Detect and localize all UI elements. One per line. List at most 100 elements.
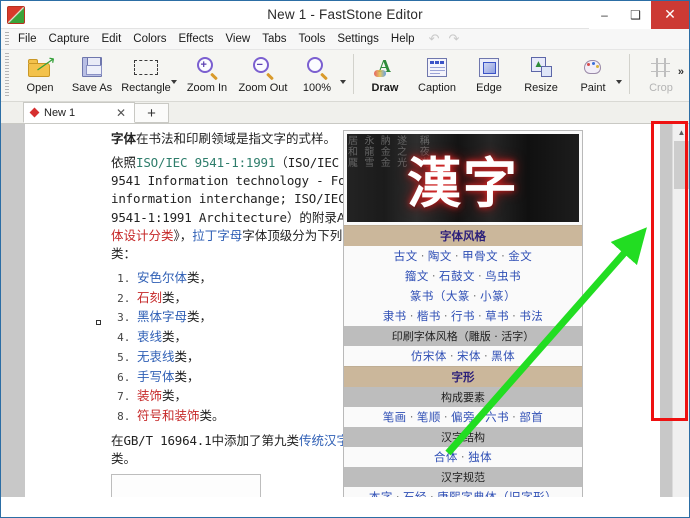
row-item[interactable]: 籀文	[405, 269, 429, 283]
row-item[interactable]: 宋体	[457, 349, 481, 363]
infobox-subheader: 构成要素	[344, 387, 582, 407]
scroll-up-arrow-icon[interactable]: ▲	[673, 124, 689, 141]
main-toolbar: ⟶ Open Save As Rectangle + Zoom In − Zoo…	[1, 50, 689, 102]
toolbar-overflow-button[interactable]: »	[678, 66, 683, 78]
close-button[interactable]: ✕	[651, 1, 689, 29]
zoom-level-label: 100%	[303, 82, 331, 94]
document-footer-box	[111, 474, 261, 497]
caption-button[interactable]: Caption	[411, 50, 463, 94]
crop-button-label: Crop	[649, 82, 673, 94]
menu-capture[interactable]: Capture	[43, 31, 96, 47]
row-item[interactable]: 笔顺	[417, 410, 441, 424]
row-item[interactable]: 楷书	[417, 309, 441, 323]
rectangle-dropdown-chevron-down-icon[interactable]	[171, 80, 177, 84]
rectangle-button[interactable]: Rectangle	[118, 50, 174, 94]
menu-effects[interactable]: Effects	[173, 31, 220, 47]
row-item[interactable]: 隶书	[383, 309, 407, 323]
menu-grip-handle[interactable]	[5, 32, 9, 47]
zoom-in-button[interactable]: + Zoom In	[179, 50, 235, 94]
window-controls: – ❑ ✕	[589, 1, 689, 29]
toolbar-grip-handle[interactable]	[5, 53, 9, 97]
edge-button[interactable]: Edge	[463, 50, 515, 94]
zoom-level-button[interactable]: 100%	[291, 50, 343, 94]
row-item[interactable]: 书法	[519, 309, 543, 323]
list-item-link[interactable]: 黑体字母	[137, 309, 187, 324]
menu-help[interactable]: Help	[385, 31, 421, 47]
edge-button-label: Edge	[476, 82, 502, 94]
magnifier-icon	[307, 53, 328, 81]
minimize-button[interactable]: –	[589, 1, 620, 29]
list-item-link[interactable]: 手写体	[137, 369, 175, 384]
canvas-vertical-scrollbar[interactable]: ▲	[672, 124, 689, 497]
row-item[interactable]: 黑体	[491, 349, 515, 363]
list-item-link[interactable]: 装饰	[137, 388, 162, 403]
row-item[interactable]: 草书	[485, 309, 509, 323]
zoom-dropdown-chevron-down-icon[interactable]	[340, 80, 346, 84]
infobox-section-header: 字体风格	[344, 225, 582, 246]
redo-icon[interactable]: ↷	[448, 31, 459, 47]
menu-colors[interactable]: Colors	[127, 31, 172, 47]
pc-link[interactable]: 传统汉字	[299, 433, 349, 448]
row-item[interactable]: 石经	[403, 490, 427, 497]
row-item[interactable]: 甲骨文	[462, 249, 498, 263]
zoom-out-button-label: Zoom Out	[239, 82, 288, 94]
open-button[interactable]: ⟶ Open	[14, 50, 66, 94]
list-item-link[interactable]: 石刻	[137, 290, 162, 305]
tab-close-icon[interactable]: ✕	[113, 106, 129, 120]
resize-icon: ▲	[531, 53, 552, 81]
menu-file[interactable]: File	[12, 31, 43, 47]
save-as-button[interactable]: Save As	[66, 50, 118, 94]
list-item-link[interactable]: 衷线	[137, 329, 162, 344]
p2-r2: （	[275, 155, 288, 170]
draw-button[interactable]: A Draw	[359, 50, 411, 94]
row-item[interactable]: 仿宋体	[411, 349, 447, 363]
row-item[interactable]: 鸟虫书	[485, 269, 521, 283]
infobox-row: 仿宋体·宋体·黑体	[344, 346, 582, 366]
menu-settings[interactable]: Settings	[331, 31, 385, 47]
pc-r4: 类。	[111, 451, 136, 466]
row-item[interactable]: 陶文	[428, 249, 452, 263]
resize-button[interactable]: ▲ Resize	[515, 50, 567, 94]
p2-link-blue[interactable]: 拉丁字母	[192, 228, 242, 243]
hanzi-rubbing-photo: 居 永 肭 遂 稱 和 龍 金 之 夜 龎 雪 金 光 光 漢字	[347, 134, 579, 222]
row-item[interactable]: 偏旁	[451, 410, 475, 424]
row-item[interactable]: 古文	[394, 249, 418, 263]
maximize-button[interactable]: ❑	[620, 1, 651, 29]
list-item-link[interactable]: 符号和装饰	[137, 408, 200, 423]
row-item[interactable]: 六书	[485, 410, 509, 424]
window-title: New 1 - FastStone Editor	[1, 7, 689, 22]
row-item[interactable]: 金文	[508, 249, 532, 263]
menu-tabs[interactable]: Tabs	[256, 31, 292, 47]
paint-button[interactable]: Paint	[567, 50, 619, 94]
row-item[interactable]: 独体	[468, 450, 492, 464]
row-item[interactable]: 本字	[369, 490, 393, 497]
list-item-rest: 类，	[175, 349, 200, 364]
tab-new-1[interactable]: New 1 ✕	[23, 102, 135, 123]
row-item[interactable]: 部首	[519, 410, 543, 424]
row-item[interactable]: 篆书（大篆	[410, 289, 470, 303]
row-item[interactable]: 石鼓文	[439, 269, 475, 283]
toolbar-separator-1	[353, 54, 354, 94]
scrollbar-thumb[interactable]	[674, 141, 689, 189]
row-item[interactable]: 小篆）	[480, 289, 516, 303]
undo-icon[interactable]: ↶	[429, 31, 440, 47]
resize-button-label: Resize	[524, 82, 558, 94]
paint-dropdown-chevron-down-icon[interactable]	[616, 80, 622, 84]
new-tab-button[interactable]: +	[135, 103, 169, 123]
list-item-link[interactable]: 安色尔体	[137, 270, 187, 285]
open-button-label: Open	[27, 82, 54, 94]
zoom-out-button[interactable]: − Zoom Out	[235, 50, 291, 94]
list-item-link[interactable]: 无衷线	[137, 349, 175, 364]
row-item[interactable]: 康熙字典体（旧字形）	[437, 490, 557, 497]
image-canvas[interactable]: 字体在书法和印刷领域是指文字的式样。 依照ISO/IEC 9541-1:1991…	[25, 124, 660, 497]
row-item[interactable]: 行书	[451, 309, 475, 323]
edge-effect-icon	[479, 53, 499, 81]
list-item-rest: 类，	[187, 270, 212, 285]
selection-handle-left[interactable]	[96, 320, 101, 325]
row-item[interactable]: 笔画	[383, 410, 407, 424]
menu-tools[interactable]: Tools	[292, 31, 331, 47]
menu-view[interactable]: View	[219, 31, 256, 47]
caption-button-label: Caption	[418, 82, 456, 94]
row-item[interactable]: 合体	[434, 450, 458, 464]
menu-edit[interactable]: Edit	[95, 31, 127, 47]
